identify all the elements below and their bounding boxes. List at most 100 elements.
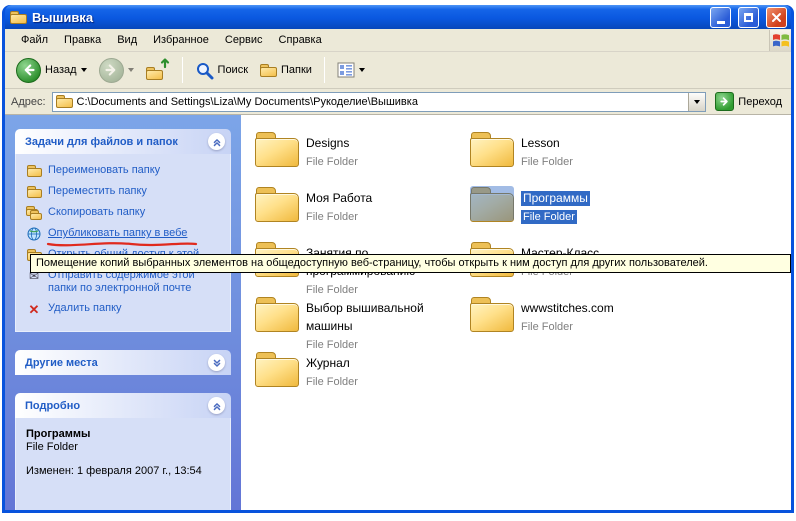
title-bar[interactable]: Вышивка	[5, 5, 791, 29]
details-name: Программы	[26, 428, 220, 440]
panel-other-places: Другие места	[15, 350, 231, 375]
file-type: File Folder	[306, 156, 358, 168]
address-dropdown-button[interactable]	[688, 93, 705, 111]
publish-web-icon	[26, 227, 42, 241]
file-name: Designs	[306, 136, 349, 150]
panel-details-header[interactable]: Подробно	[15, 393, 231, 418]
address-path: C:\Documents and Settings\Liza\My Docume…	[77, 96, 685, 108]
file-item-selected[interactable]: Программы File Folder	[470, 186, 791, 241]
search-button[interactable]: Поиск	[190, 59, 253, 82]
file-item[interactable]: Designs File Folder	[255, 131, 470, 186]
rename-folder-icon	[26, 164, 42, 178]
maximize-button[interactable]	[738, 7, 759, 28]
minimize-icon	[717, 21, 725, 24]
file-type: File Folder	[306, 376, 358, 388]
back-label: Назад	[45, 64, 77, 76]
back-button[interactable]: Назад	[11, 56, 92, 85]
folder-icon	[470, 131, 514, 166]
desktop: Вышивка Файл Правка Вид Избранное Сервис…	[0, 0, 796, 521]
delete-icon: ✕	[26, 302, 42, 316]
file-name: Lesson	[521, 136, 560, 150]
file-item[interactable]: Моя Работа File Folder	[255, 186, 470, 241]
file-item[interactable]: wwwstitches.com File Folder	[470, 296, 791, 351]
file-type: File Folder	[306, 211, 358, 223]
address-bar: Адрес: C:\Documents and Settings\Liza\My…	[5, 89, 791, 115]
file-list-area[interactable]: Designs File Folder Lesson File Folder М…	[241, 115, 791, 510]
copy-folder-icon	[26, 206, 42, 220]
window-body: Задачи для файлов и папок Переименовать …	[5, 115, 791, 510]
file-name: Программы	[521, 191, 590, 206]
file-type: File Folder	[306, 284, 358, 296]
file-type: File Folder	[521, 156, 573, 168]
task-item-move[interactable]: Переместить папку	[26, 185, 222, 199]
up-folder-icon	[146, 60, 170, 80]
menu-item-view[interactable]: Вид	[109, 31, 145, 49]
close-button[interactable]	[766, 7, 787, 28]
toolbar-separator	[182, 57, 183, 83]
chevron-up-icon	[211, 136, 223, 148]
file-type: File Folder	[521, 321, 573, 333]
chevron-down-icon	[211, 357, 223, 369]
panel-title: Задачи для файлов и папок	[25, 136, 178, 148]
search-icon	[195, 61, 214, 80]
back-dropdown-icon	[81, 68, 87, 72]
folder-icon	[470, 186, 514, 221]
go-label: Переход	[738, 96, 782, 108]
address-folder-icon	[56, 95, 73, 108]
file-item[interactable]: Выбор вышивальной машины File Folder	[255, 296, 470, 351]
task-sidebar: Задачи для файлов и папок Переименовать …	[5, 115, 241, 510]
menu-item-help[interactable]: Справка	[271, 31, 330, 49]
file-item[interactable]: Журнал File Folder	[255, 351, 470, 406]
task-item-delete[interactable]: ✕ Удалить папку	[26, 302, 222, 316]
file-type: File Folder	[521, 210, 577, 224]
search-label: Поиск	[218, 64, 248, 76]
menu-item-edit[interactable]: Правка	[56, 31, 109, 49]
file-type: File Folder	[306, 339, 358, 351]
tooltip: Помещение копий выбранных элементов на о…	[30, 254, 791, 273]
move-folder-icon	[26, 185, 42, 199]
folder-icon	[255, 296, 299, 331]
task-item-copy[interactable]: Скопировать папку	[26, 206, 222, 220]
details-type: File Folder	[26, 441, 220, 453]
chevron-up-icon	[211, 400, 223, 412]
task-item-publish-to-web[interactable]: Опубликовать папку в вебе	[26, 227, 222, 241]
file-item[interactable]: Lesson File Folder	[470, 131, 791, 186]
panel-other-places-header[interactable]: Другие места	[15, 350, 231, 375]
panel-file-folder-tasks: Задачи для файлов и папок Переименовать …	[15, 129, 231, 332]
window-folder-icon	[10, 11, 27, 24]
address-dropdown-icon	[694, 100, 700, 104]
maximize-icon	[744, 13, 753, 22]
address-input[interactable]: C:\Documents and Settings\Liza\My Docume…	[52, 92, 707, 112]
views-button[interactable]	[332, 60, 370, 80]
task-item-rename[interactable]: Переименовать папку	[26, 164, 222, 178]
collapse-button[interactable]	[208, 133, 225, 150]
folders-icon	[260, 64, 277, 77]
up-button[interactable]	[141, 58, 175, 82]
file-name: Моя Работа	[306, 191, 372, 205]
file-name: wwwstitches.com	[521, 301, 614, 315]
details-body: Программы File Folder Изменен: 1 февраля…	[15, 418, 231, 510]
panel-details: Подробно Программы File Folder Изменен: …	[15, 393, 231, 510]
selection-tint	[470, 186, 514, 221]
expand-button[interactable]	[208, 354, 225, 371]
details-modified: Изменен: 1 февраля 2007 г., 13:54	[26, 465, 220, 477]
go-button[interactable]: Переход	[712, 92, 785, 111]
folders-button[interactable]: Папки	[255, 62, 317, 79]
views-dropdown-icon	[359, 68, 365, 72]
forward-button[interactable]	[94, 56, 139, 85]
menu-item-tools[interactable]: Сервис	[217, 31, 271, 49]
back-icon	[16, 58, 41, 83]
views-icon	[337, 62, 355, 78]
file-name: Выбор вышивальной машины	[306, 301, 424, 333]
file-name: Журнал	[306, 356, 350, 370]
window-title: Вышивка	[32, 10, 703, 25]
panel-title: Подробно	[25, 400, 80, 412]
close-icon	[771, 12, 782, 23]
menu-item-favorites[interactable]: Избранное	[145, 31, 217, 49]
minimize-button[interactable]	[710, 7, 731, 28]
menu-item-file[interactable]: Файл	[13, 31, 56, 49]
folder-icon	[470, 296, 514, 331]
collapse-button[interactable]	[208, 397, 225, 414]
folder-icon	[255, 351, 299, 386]
panel-file-folder-tasks-header[interactable]: Задачи для файлов и папок	[15, 129, 231, 154]
